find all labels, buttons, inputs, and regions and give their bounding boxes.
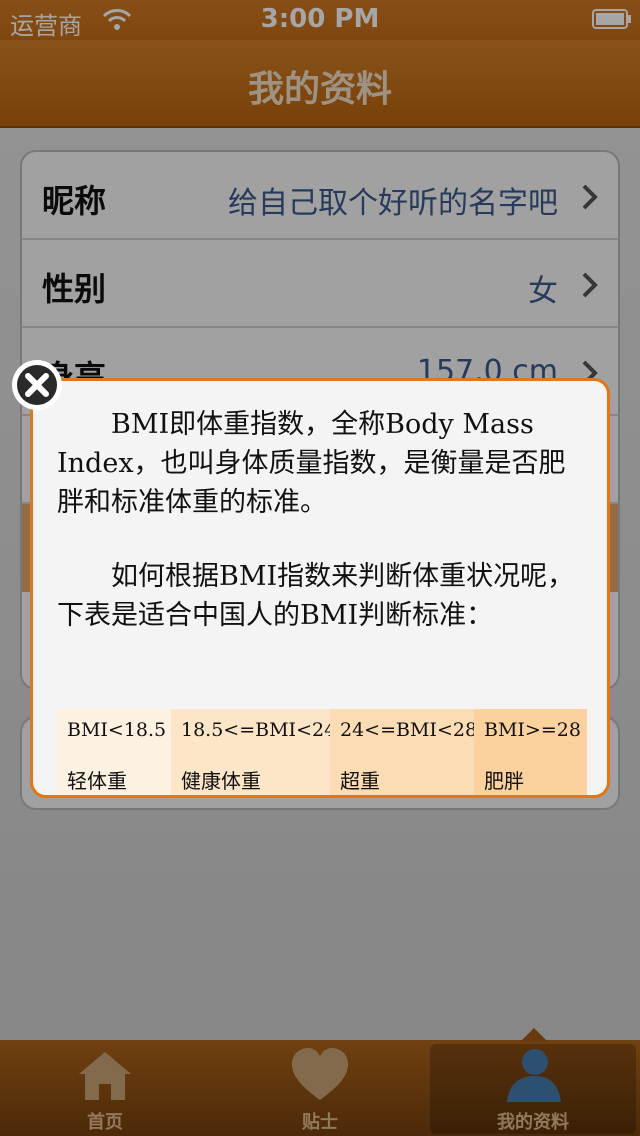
- tab-bar-dim: [0, 1040, 640, 1136]
- bmi-category: 轻体重: [67, 769, 127, 793]
- bmi-paragraph-2: 如何根据BMI指数来判断体重状况呢，下表是适合中国人的BMI判断标准：: [57, 561, 575, 631]
- bmi-column: 18.5<=BMI<24 健康体重: [171, 709, 336, 795]
- bmi-column: BMI<18.5 轻体重: [57, 709, 171, 795]
- bmi-range: 18.5<=BMI<24: [181, 719, 337, 741]
- bmi-category: 超重: [340, 769, 380, 793]
- bmi-info-popup: BMI即体重指数，全称Body Mass Index，也叫身体质量指数，是衡量是…: [30, 378, 610, 798]
- bmi-column: 24<=BMI<28 超重: [330, 709, 478, 795]
- bmi-standard-table: BMI<18.5 轻体重 18.5<=BMI<24 健康体重 24<=BMI<2…: [57, 709, 587, 795]
- bmi-range: 24<=BMI<28: [340, 719, 478, 741]
- bmi-range: BMI<18.5: [67, 719, 167, 741]
- tab-pointer-icon: [520, 1028, 548, 1042]
- bmi-column: BMI>=28 肥胖: [474, 709, 587, 795]
- bmi-range: BMI>=28: [484, 719, 581, 741]
- bmi-category: 肥胖: [484, 769, 524, 793]
- bmi-paragraph-1: BMI即体重指数，全称Body Mass Index，也叫身体质量指数，是衡量是…: [57, 409, 566, 518]
- tab-bar: 首页 贴士 我的资料: [0, 1040, 640, 1136]
- bmi-category: 健康体重: [181, 769, 261, 793]
- close-icon[interactable]: [10, 358, 64, 412]
- bmi-description: BMI即体重指数，全称Body Mass Index，也叫身体质量指数，是衡量是…: [57, 405, 591, 635]
